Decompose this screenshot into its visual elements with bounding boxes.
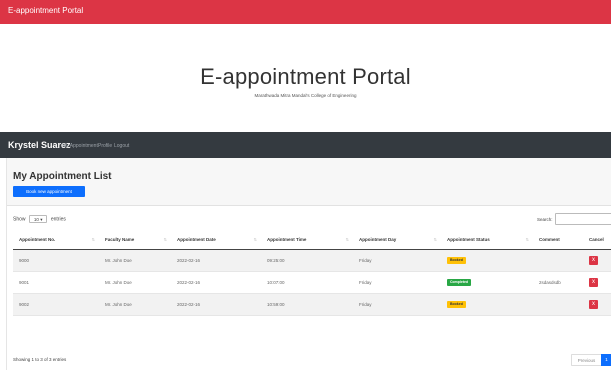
comment (533, 249, 583, 272)
appointment-no: 9002 (13, 293, 99, 316)
column-header[interactable]: Faculty Name ⇅ (99, 231, 171, 250)
sort-icon: ⇅ (163, 237, 167, 242)
table-header-row: Appointment No. ⇅ Faculty Name ⇅ Appointme… (13, 231, 611, 250)
entries-select[interactable]: 10 ▾ (28, 215, 48, 223)
faculty-name: Mr. John Doe (99, 293, 171, 316)
appointment-day: Friday (353, 271, 441, 294)
nav-link-my-appointment[interactable]: My Appointment (62, 143, 98, 149)
faculty-name: Mr. John Doe (99, 249, 171, 272)
faculty-name: Mr. John Doe (99, 271, 171, 294)
column-header[interactable]: Appointment Date ⇅ (171, 231, 261, 250)
comment (533, 293, 583, 316)
appointment-date: 2022-02-16 (171, 293, 261, 316)
search-input[interactable] (555, 213, 611, 225)
close-icon: x (592, 256, 595, 263)
column-header[interactable]: Comment (533, 231, 583, 250)
close-icon: x (592, 300, 595, 307)
top-bar-title: E-appointment Portal (8, 6, 84, 15)
show-label: Show (13, 216, 26, 223)
nav-link-logout[interactable]: Logout (114, 143, 129, 149)
cancel-appointment-button[interactable]: x (589, 299, 598, 309)
column-header[interactable]: Appointment Status ⇅ (441, 231, 533, 250)
sort-icon: ⇅ (345, 237, 349, 242)
sort-icon: ⇅ (525, 237, 529, 242)
nav-link-profile[interactable]: Profile (98, 143, 112, 149)
appointments-table: Appointment No. ⇅ Faculty Name ⇅ Appointme… (13, 231, 611, 316)
card-header: My Appointment List Book new appointment (7, 158, 611, 206)
search-label: Search: (537, 217, 553, 222)
appointment-time: 10:59:00 (261, 293, 353, 316)
chevron-down-icon: ▾ (40, 217, 43, 222)
table-row: 9000 Mr. John Doe 2022-02-16 09:25:00 Fr… (13, 249, 611, 272)
book-appointment-button[interactable]: Book new appointment (13, 186, 85, 197)
appointment-date: 2022-02-16 (171, 271, 261, 294)
status-badge: Booked (447, 256, 466, 264)
appointment-day: Friday (353, 293, 441, 316)
pagination: Previous 1 (571, 354, 611, 366)
column-header: Cancel (583, 231, 611, 250)
appointment-no: 9001 (13, 271, 99, 294)
appointment-time: 09:25:00 (261, 249, 353, 272)
entries-select-value: 10 (33, 217, 39, 222)
cancel-appointment-button[interactable]: x (589, 255, 598, 265)
close-icon: x (592, 278, 595, 285)
page-heading: E-appointment Portal (200, 64, 411, 89)
status-badge: Booked (447, 300, 466, 308)
sort-icon: ⇅ (253, 237, 257, 242)
appointment-date: 2022-02-16 (171, 249, 261, 272)
comment: 2sdasdsdb (533, 271, 583, 294)
cancel-appointment-button[interactable]: x (589, 277, 598, 287)
college-name: Marathwada Mitra Mandal's College of Eng… (254, 93, 357, 98)
sort-icon: ⇅ (91, 237, 95, 242)
table-row: 9001 Mr. John Doe 2022-02-16 10:07:00 Fr… (13, 271, 611, 294)
entries-label: entries (50, 216, 66, 223)
column-header[interactable]: Appointment Day ⇅ (353, 231, 441, 250)
appointment-card: My Appointment List Book new appointment… (6, 158, 611, 370)
appointment-time: 10:07:00 (261, 271, 353, 294)
table-info: Showing 1 to 3 of 3 entries (13, 357, 67, 362)
previous-page-button[interactable]: Previous (571, 354, 601, 366)
card-title: My Appointment List (13, 171, 112, 182)
entries-length-control: Show 10 ▾ entries (13, 215, 66, 223)
table-row: 9002 Mr. John Doe 2022-02-16 10:59:00 Fr… (13, 293, 611, 316)
appointment-no: 9000 (13, 249, 99, 272)
page-1-button[interactable]: 1 (601, 354, 611, 366)
appointment-day: Friday (353, 249, 441, 272)
hero-banner: E-appointment Portal Marathwada Mitra Ma… (0, 24, 611, 132)
top-bar: E-appointment Portal (0, 0, 611, 24)
navbar: Krystel Suarez My Appointment Profile Lo… (0, 132, 611, 158)
column-header[interactable]: Appointment Time ⇅ (261, 231, 353, 250)
sort-icon: ⇅ (433, 237, 437, 242)
status-badge: Completed (447, 278, 472, 286)
column-header[interactable]: Appointment No. ⇅ (13, 231, 99, 250)
